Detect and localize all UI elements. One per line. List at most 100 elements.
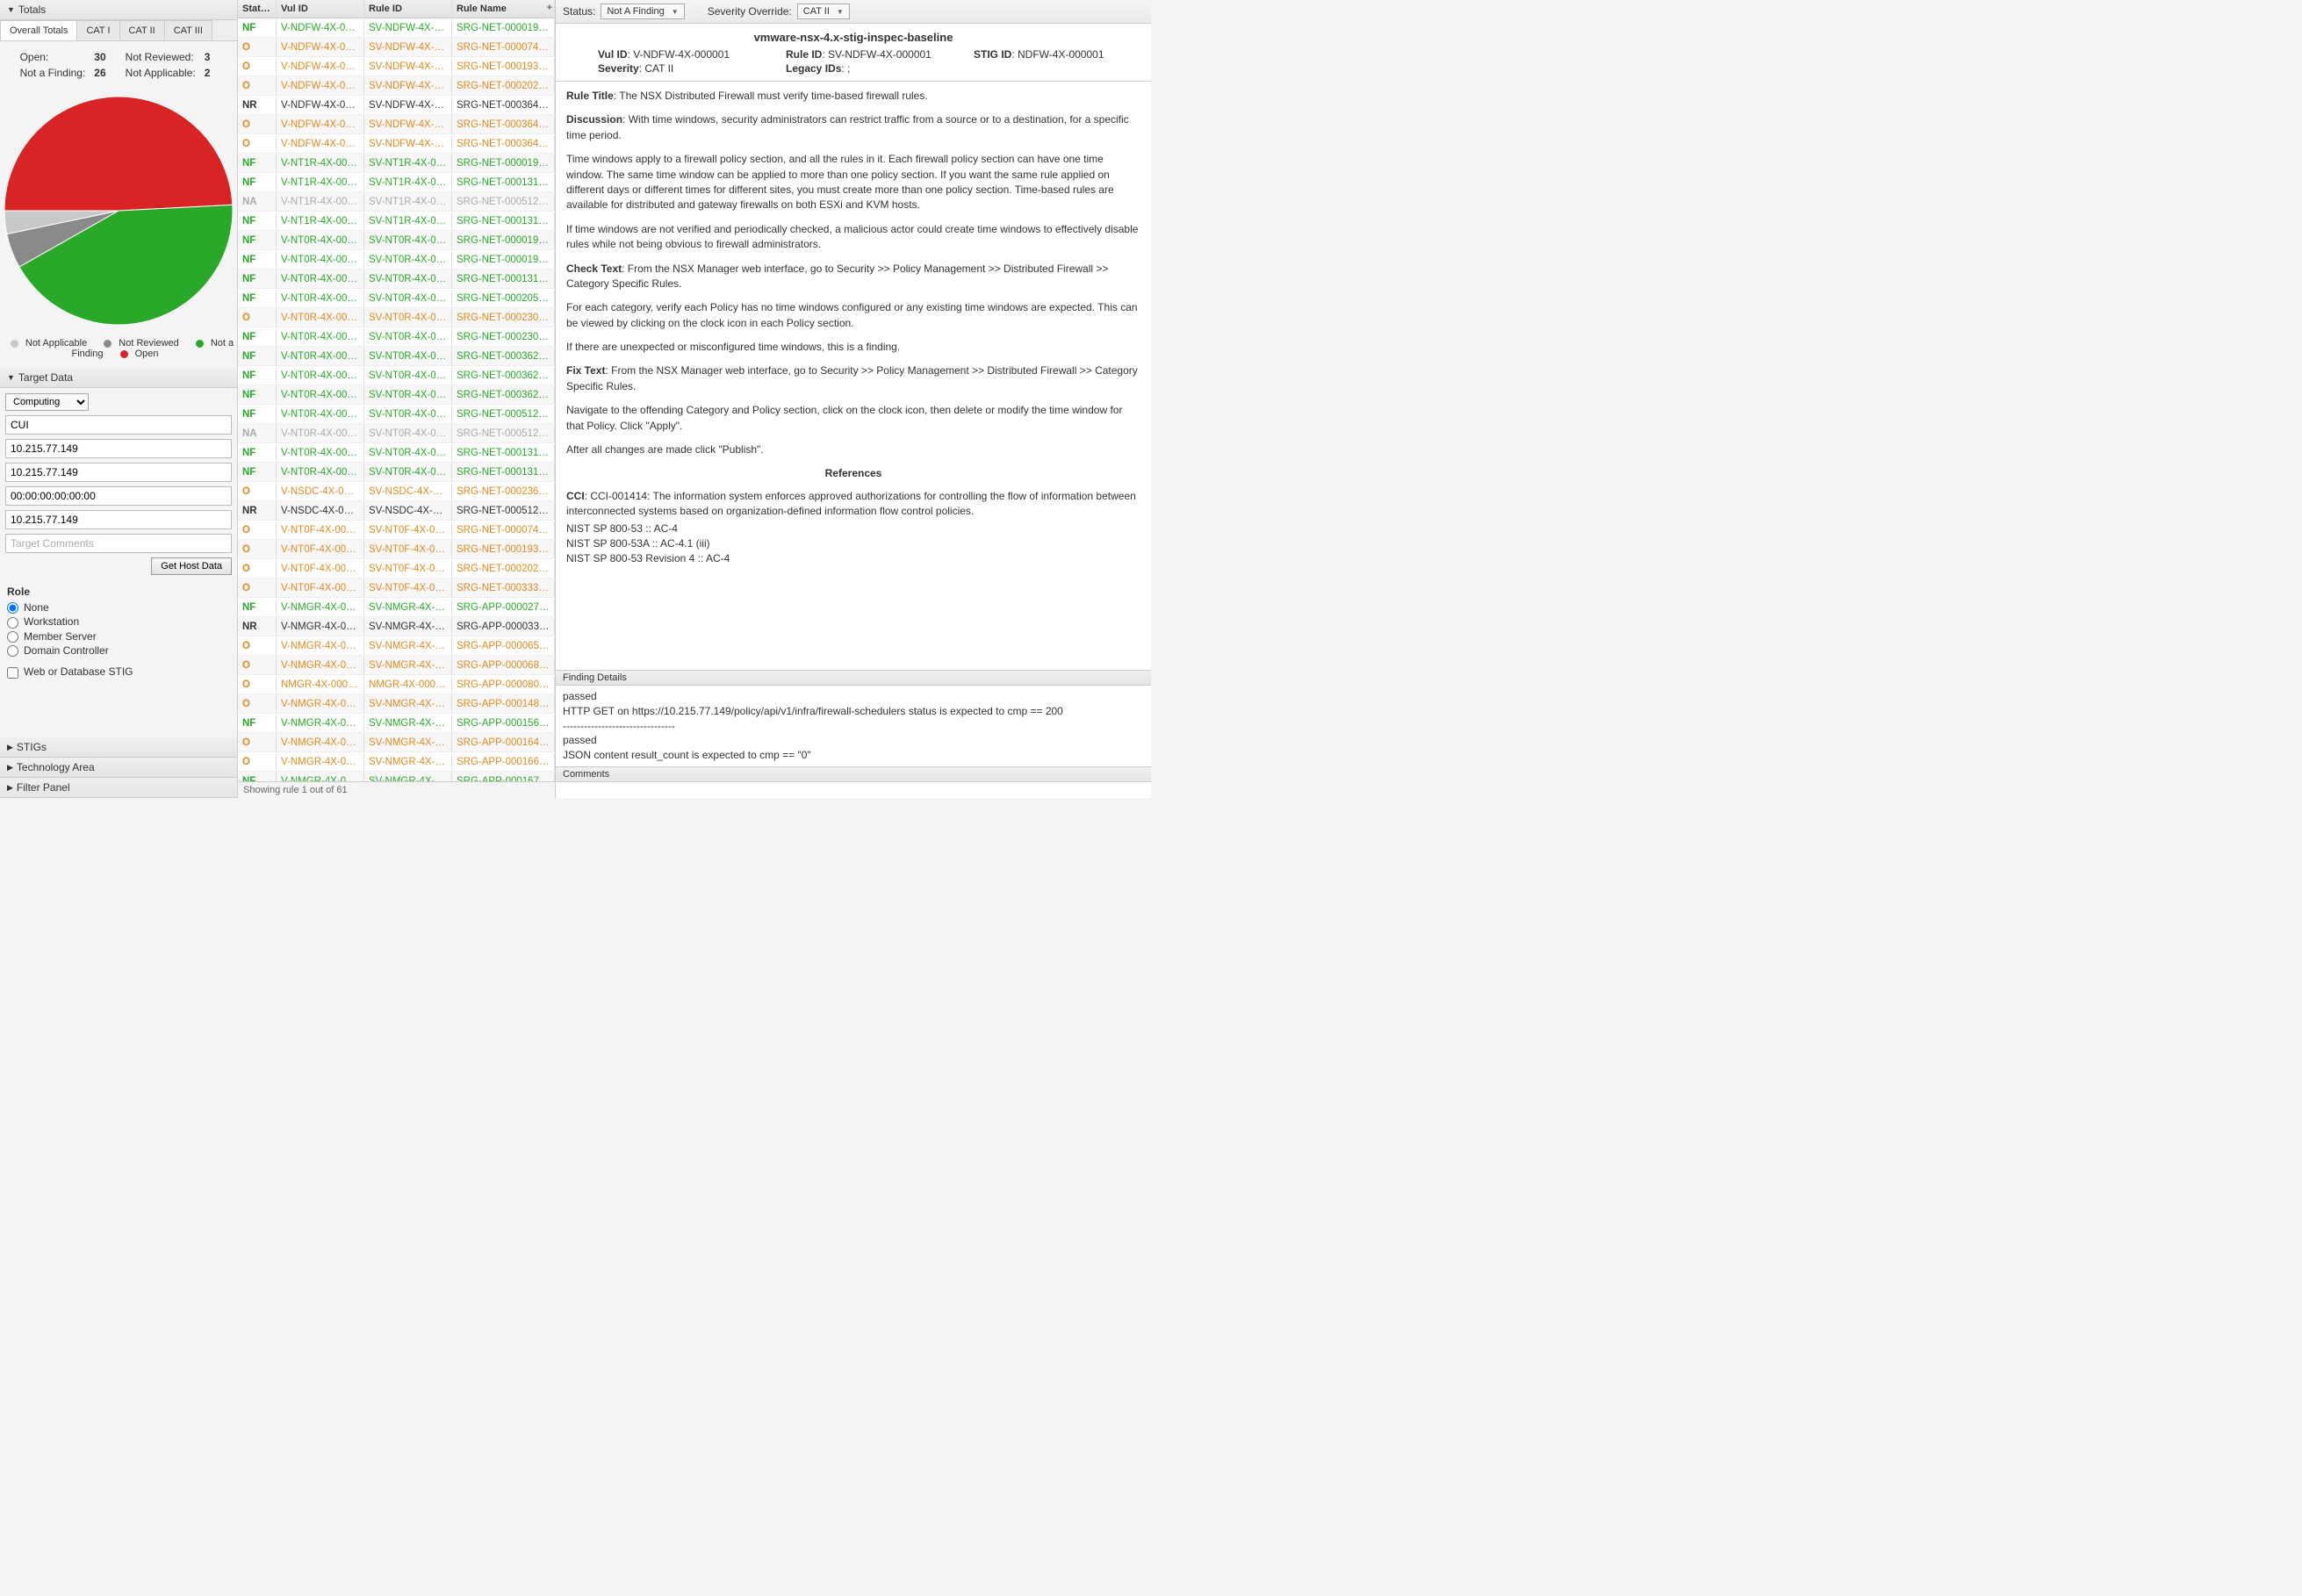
field-ip3[interactable]	[5, 510, 232, 529]
field-ip1[interactable]	[5, 439, 232, 458]
table-row[interactable]: OV-NDFW-4X-00…SV-NDFW-4X-00…SRG-NET-0002…	[238, 76, 555, 96]
rules-header: Status Vul ID Rule ID Rule Name +	[238, 0, 555, 18]
nist-ref-1: NIST SP 800-53 :: AC-4	[566, 521, 1140, 536]
table-row[interactable]: OV-NDFW-4X-00…SV-NDFW-4X-00…SRG-NET-0001…	[238, 57, 555, 76]
field-mac[interactable]	[5, 486, 232, 506]
check-text-3: If there are unexpected or misconfigured…	[566, 340, 1140, 355]
table-row[interactable]: NFV-NT0R-4X-00…SV-NT0R-4X-000…SRG-NET-00…	[238, 289, 555, 308]
cell-rulename: SRG-NET-000202-FW-…	[452, 560, 555, 578]
table-row[interactable]: NFV-NT0R-4X-00…SV-NT0R-4X-000…SRG-NET-00…	[238, 327, 555, 347]
table-row[interactable]: NFV-NT1R-4X-00…SV-NT1R-4X-000…SRG-NET-00…	[238, 173, 555, 192]
cell-vulid: V-NT0R-4X-00…	[277, 290, 364, 307]
tab-overall[interactable]: Overall Totals	[0, 20, 77, 40]
table-row[interactable]: OV-NMGR-4X-0…SV-NMGR-4X-00…SRG-APP-00016…	[238, 733, 555, 752]
table-row[interactable]: OV-NDFW-4X-00…SV-NDFW-4X-00…SRG-NET-0003…	[238, 134, 555, 154]
cell-status: NF	[238, 348, 277, 365]
finding-details-header[interactable]: Finding Details	[556, 670, 1151, 686]
target-data-header[interactable]: ▼Target Data	[0, 368, 237, 388]
col-vulid[interactable]: Vul ID	[277, 0, 364, 18]
status-dropdown[interactable]: Not A Finding▼	[601, 4, 684, 19]
table-row[interactable]: NAV-NT0R-4X-00…SV-NT0R-4X-000…SRG-NET-00…	[238, 424, 555, 443]
table-row[interactable]: NFV-NT0R-4X-00…SV-NT0R-4X-000…SRG-NET-00…	[238, 463, 555, 482]
rules-body[interactable]: NFV-NDFW-4X-00…SV-NDFW-4X-00…SRG-NET-000…	[238, 18, 555, 781]
cell-rulename: SRG-NET-000074-FW-…	[452, 521, 555, 539]
role-domain-controller[interactable]: Domain Controller	[7, 643, 230, 658]
table-row[interactable]: NFV-NT0R-4X-00…SV-NT0R-4X-000…SRG-NET-00…	[238, 231, 555, 250]
finding-details-body[interactable]: passed HTTP GET on https://10.215.77.149…	[556, 686, 1151, 766]
table-row[interactable]: OV-NDFW-4X-00…SV-NDFW-4X-00…SRG-NET-0000…	[238, 38, 555, 57]
cell-ruleid: SV-NT1R-4X-000…	[364, 193, 452, 211]
stigs-header[interactable]: ▶STIGs	[0, 737, 237, 758]
filter-panel-header[interactable]: ▶Filter Panel	[0, 778, 237, 798]
web-db-stig-checkbox[interactable]: Web or Database STIG	[7, 665, 230, 679]
table-row[interactable]: NFV-NT0R-4X-00…SV-NT0R-4X-000…SRG-NET-00…	[238, 405, 555, 424]
field-cui[interactable]	[5, 415, 232, 435]
rule-detail-body[interactable]: Rule Title: The NSX Distributed Firewall…	[556, 81, 1151, 670]
table-row[interactable]: NFV-NDFW-4X-00…SV-NDFW-4X-00…SRG-NET-000…	[238, 18, 555, 38]
rules-footer: Showing rule 1 out of 61	[238, 781, 555, 798]
table-row[interactable]: NFV-NT0R-4X-00…SV-NT0R-4X-000…SRG-NET-00…	[238, 250, 555, 270]
cell-vulid: V-NT1R-4X-00…	[277, 212, 364, 230]
cell-vulid: V-NT0R-4X-00…	[277, 232, 364, 249]
comments-body[interactable]	[556, 782, 1151, 798]
legacy-ids-value: : ;	[841, 62, 850, 75]
table-row[interactable]: OV-NT0F-4X-000…SV-NT0F-4X-000…SRG-NET-00…	[238, 540, 555, 559]
table-row[interactable]: OV-NMGR-4X-0…SV-NMGR-4X-00…SRG-APP-00006…	[238, 656, 555, 675]
table-row[interactable]: NFV-NMGR-4X-0…SV-NMGR-4X-00…SRG-APP-0001…	[238, 772, 555, 781]
cell-rulename: SRG-APP-000027-ND…	[452, 599, 555, 616]
table-row[interactable]: NFV-NT0R-4X-00…SV-NT0R-4X-000…SRG-NET-00…	[238, 443, 555, 463]
cell-ruleid: SV-NT0R-4X-000…	[364, 367, 452, 385]
comments-header[interactable]: Comments	[556, 766, 1151, 782]
cell-status: O	[238, 135, 277, 153]
computing-select[interactable]: Computing	[5, 393, 89, 411]
table-row[interactable]: NFV-NT1R-4X-00…SV-NT1R-4X-000…SRG-NET-00…	[238, 212, 555, 231]
target-comments-input[interactable]	[5, 534, 232, 553]
severity-override-dropdown[interactable]: CAT II▼	[797, 4, 850, 19]
totals-header[interactable]: ▼Totals	[0, 0, 237, 20]
pie-slice-open	[4, 97, 233, 211]
pie-legend: Not Applicable Not Reviewed Not a Findin…	[0, 334, 237, 368]
table-row[interactable]: NFV-NMGR-4X-0…SV-NMGR-4X-00…SRG-APP-0000…	[238, 598, 555, 617]
cell-status: O	[238, 77, 277, 95]
col-ruleid[interactable]: Rule ID	[364, 0, 452, 18]
cell-rulename: SRG-NET-000230-RTR…	[452, 309, 555, 327]
col-status[interactable]: Status	[238, 0, 277, 18]
tab-cat1[interactable]: CAT I	[76, 20, 119, 40]
tab-cat2[interactable]: CAT II	[119, 20, 165, 40]
table-row[interactable]: NFV-NT1R-4X-00…SV-NT1R-4X-000…SRG-NET-00…	[238, 154, 555, 173]
table-row[interactable]: OV-NT0F-4X-000…SV-NT0F-4X-000…SRG-NET-00…	[238, 559, 555, 579]
role-none[interactable]: None	[7, 600, 230, 615]
table-row[interactable]: NFV-NT0R-4X-00…SV-NT0R-4X-000…SRG-NET-00…	[238, 385, 555, 405]
tech-area-header[interactable]: ▶Technology Area	[0, 758, 237, 778]
table-row[interactable]: NRV-NMGR-4X-0…SV-NMGR-4X-00…SRG-APP-0000…	[238, 617, 555, 636]
table-row[interactable]: OV-NT0F-4X-000…SV-NT0F-4X-000…SRG-NET-00…	[238, 521, 555, 540]
cell-ruleid: SV-NMGR-4X-00…	[364, 715, 452, 732]
cell-vulid: V-NT1R-4X-00…	[277, 193, 364, 211]
tab-cat3[interactable]: CAT III	[164, 20, 212, 40]
table-row[interactable]: OV-NT0F-4X-000…SV-NT0F-4X-000…SRG-NET-00…	[238, 579, 555, 598]
table-row[interactable]: OV-NMGR-4X-0…SV-NMGR-4X-00…SRG-APP-00016…	[238, 752, 555, 772]
cell-status: NF	[238, 444, 277, 462]
cell-rulename: SRG-NET-000230-RTR…	[452, 328, 555, 346]
table-row[interactable]: OV-NMGR-4X-0…SV-NMGR-4X-00…SRG-APP-00014…	[238, 694, 555, 714]
table-row[interactable]: ONMGR-4X-000013NMGR-4X-000015SRG-APP-000…	[238, 675, 555, 694]
table-row[interactable]: NFV-NMGR-4X-0…SV-NMGR-4X-00…SRG-APP-0001…	[238, 714, 555, 733]
field-ip2[interactable]	[5, 463, 232, 482]
table-row[interactable]: OV-NSDC-4X-00…SV-NSDC-4X-00…SRG-NET-0002…	[238, 482, 555, 501]
table-row[interactable]: OV-NDFW-4X-00…SV-NDFW-4X-00…SRG-NET-0003…	[238, 115, 555, 134]
table-row[interactable]: NRV-NDFW-4X-00…SV-NDFW-4X-00…SRG-NET-000…	[238, 96, 555, 115]
get-host-data-button[interactable]: Get Host Data	[151, 557, 232, 575]
table-row[interactable]: OV-NT0R-4X-00…SV-NT0R-4X-000…SRG-NET-000…	[238, 308, 555, 327]
role-workstation[interactable]: Workstation	[7, 615, 230, 629]
col-rulename[interactable]: Rule Name	[452, 0, 555, 18]
cell-vulid: V-NT0R-4X-00…	[277, 270, 364, 288]
table-row[interactable]: NFV-NT0R-4X-00…SV-NT0R-4X-000…SRG-NET-00…	[238, 347, 555, 366]
table-row[interactable]: NRV-NSDC-4X-00…SV-NSDC-4X-00…SRG-NET-000…	[238, 501, 555, 521]
table-row[interactable]: OV-NMGR-4X-0…SV-NMGR-4X-00…SRG-APP-00006…	[238, 636, 555, 656]
add-column-icon[interactable]: +	[547, 3, 552, 13]
chevron-right-icon: ▶	[7, 743, 13, 752]
table-row[interactable]: NFV-NT0R-4X-00…SV-NT0R-4X-000…SRG-NET-00…	[238, 366, 555, 385]
table-row[interactable]: NAV-NT1R-4X-00…SV-NT1R-4X-000…SRG-NET-00…	[238, 192, 555, 212]
role-member-server[interactable]: Member Server	[7, 629, 230, 643]
table-row[interactable]: NFV-NT0R-4X-00…SV-NT0R-4X-000…SRG-NET-00…	[238, 270, 555, 289]
